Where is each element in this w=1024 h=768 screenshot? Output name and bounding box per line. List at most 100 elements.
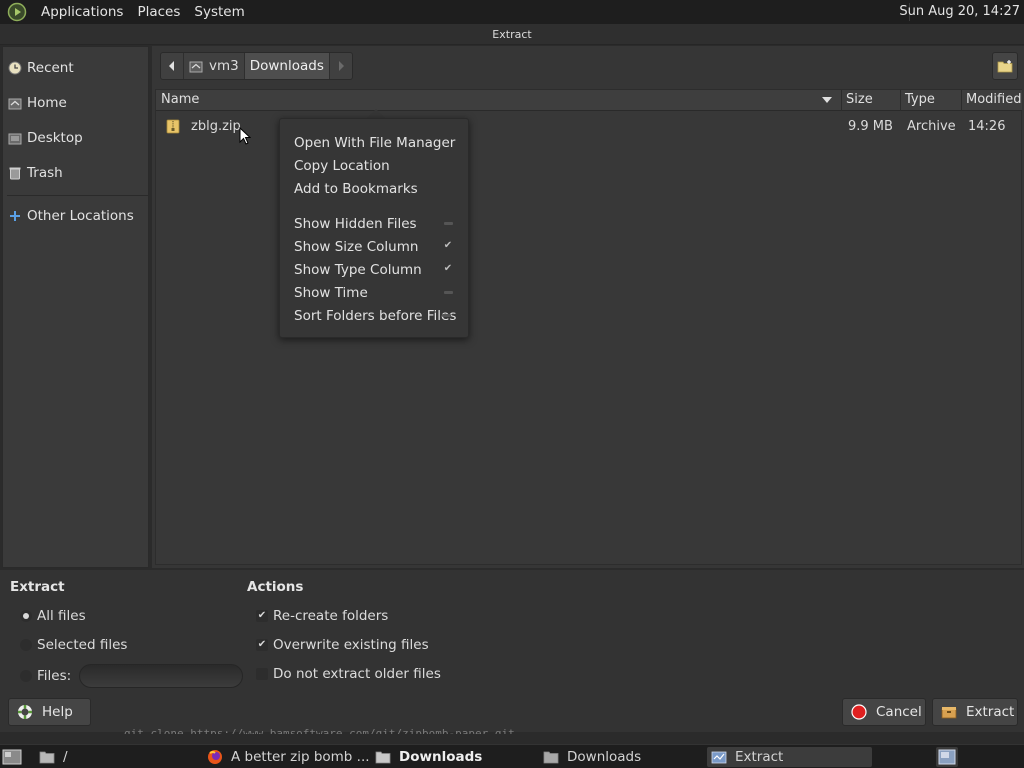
- column-separator: [841, 90, 842, 111]
- button-label: Cancel: [876, 704, 922, 720]
- menu-item-show-type-column[interactable]: Show Type Column ✔: [294, 259, 464, 281]
- sidebar-item-home[interactable]: Home: [3, 91, 149, 115]
- home-icon: [7, 95, 23, 111]
- top-panel: Applications Places System Sun Aug 20, 1…: [0, 0, 1024, 24]
- path-segment-downloads[interactable]: Downloads: [244, 53, 330, 79]
- column-header: Name Size Type Modified: [156, 90, 1022, 111]
- path-back-button[interactable]: [161, 53, 184, 79]
- places-sidebar: Recent Home Desktop Trash Other Location…: [2, 46, 149, 568]
- extract-box-icon: [941, 704, 957, 720]
- archive-manager-icon: [711, 749, 727, 765]
- file-type: Archive: [907, 119, 956, 134]
- menu-item-show-size-column[interactable]: Show Size Column ✔: [294, 236, 464, 258]
- column-modified[interactable]: Modified: [966, 92, 1021, 107]
- taskbar-item-firefox[interactable]: A better zip bomb ...: [207, 747, 370, 767]
- folder-icon: [543, 749, 559, 765]
- checkbox-overwrite-existing[interactable]: ✔ Overwrite existing files: [256, 634, 429, 656]
- path-segment-vm3[interactable]: vm3: [184, 53, 245, 79]
- checkbox-no-older[interactable]: Do not extract older files: [256, 663, 441, 685]
- taskbar: / A better zip bomb ... Downloads Downlo…: [0, 744, 1024, 768]
- file-name: zblg.zip: [191, 119, 241, 134]
- archive-icon: [166, 119, 180, 134]
- radio-selected-files[interactable]: Selected files: [20, 634, 127, 656]
- firefox-icon: [207, 749, 223, 765]
- taskbar-item-label: /: [63, 749, 68, 765]
- path-bar: vm3 Downloads: [160, 52, 353, 80]
- radio-selected-icon: [20, 610, 32, 622]
- clock[interactable]: Sun Aug 20, 14:27: [899, 4, 1020, 19]
- menu-item-label: Show Hidden Files: [294, 216, 417, 232]
- actions-heading: Actions: [247, 579, 304, 595]
- show-desktop-button[interactable]: [2, 747, 22, 767]
- folder-icon: [375, 749, 391, 765]
- column-separator: [900, 90, 901, 111]
- unchecked-icon: [440, 309, 452, 321]
- radio-label: Selected files: [37, 637, 128, 653]
- extract-button[interactable]: Extract: [932, 698, 1018, 726]
- show-desktop-icon: [2, 749, 22, 765]
- sidebar-divider: [7, 195, 149, 196]
- desktop-icon: [7, 130, 23, 146]
- extract-options-panel: Extract All files Selected files Files: …: [0, 570, 1024, 732]
- folder-icon: [39, 749, 55, 765]
- checkmark-icon: ✔: [443, 263, 453, 274]
- radio-all-files[interactable]: All files: [20, 605, 86, 627]
- sort-down-icon: [822, 97, 832, 103]
- unchecked-icon: [442, 217, 454, 229]
- path-forward-button[interactable]: [330, 53, 352, 79]
- menu-item-sort-folders-before-files[interactable]: Sort Folders before Files: [294, 305, 464, 327]
- menu-item-label: Add to Bookmarks: [294, 181, 418, 197]
- column-separator: [961, 90, 962, 111]
- clock-icon: [7, 60, 23, 76]
- button-label: Extract: [966, 704, 1015, 720]
- home-icon: [189, 61, 203, 72]
- files-pattern-input[interactable]: [79, 664, 244, 688]
- column-name[interactable]: Name: [161, 92, 199, 107]
- taskbar-item-downloads-active[interactable]: Downloads: [375, 747, 482, 767]
- sidebar-item-recent[interactable]: Recent: [3, 56, 149, 80]
- sidebar-item-trash[interactable]: Trash: [3, 161, 149, 185]
- column-size[interactable]: Size: [846, 92, 873, 107]
- taskbar-item-downloads[interactable]: Downloads: [543, 747, 641, 767]
- new-folder-icon: [997, 60, 1013, 73]
- column-type[interactable]: Type: [905, 92, 935, 107]
- sidebar-item-label: Recent: [27, 60, 74, 76]
- menu-item-label: Show Time: [294, 285, 368, 301]
- taskbar-item-root-folder[interactable]: /: [39, 747, 68, 767]
- chevron-right-icon: [338, 61, 344, 71]
- menu-item-label: Show Type Column: [294, 262, 422, 278]
- menu-item-open-with-file-manager[interactable]: Open With File Manager: [294, 132, 464, 154]
- mouse-cursor-icon: [239, 127, 251, 145]
- sidebar-item-other-locations[interactable]: Other Locations: [3, 204, 149, 228]
- checkbox-label: Re-create folders: [273, 608, 389, 624]
- checkmark-icon: ✔: [256, 610, 268, 622]
- create-folder-button[interactable]: [992, 52, 1018, 80]
- checkbox-recreate-folders[interactable]: ✔ Re-create folders: [256, 605, 388, 627]
- sidebar-item-label: Other Locations: [27, 208, 134, 224]
- path-segment-label: vm3: [209, 58, 239, 74]
- menu-item-copy-location[interactable]: Copy Location: [294, 155, 464, 177]
- workspace-switcher[interactable]: [936, 747, 958, 767]
- radio-files[interactable]: Files:: [20, 662, 244, 690]
- menu-item-show-hidden-files[interactable]: Show Hidden Files: [294, 213, 464, 235]
- applications-menu[interactable]: Applications: [34, 4, 130, 20]
- system-menu[interactable]: System: [187, 4, 251, 20]
- taskbar-item-label: Extract: [735, 749, 784, 765]
- radio-unselected-icon: [20, 670, 32, 682]
- taskbar-item-label: A better zip bomb ...: [231, 749, 370, 765]
- checkbox-label: Overwrite existing files: [273, 637, 429, 653]
- extract-heading: Extract: [10, 579, 65, 595]
- taskbar-item-extract[interactable]: Extract: [707, 747, 872, 767]
- menu-item-add-to-bookmarks[interactable]: Add to Bookmarks: [294, 178, 464, 200]
- background-terminal-text: git clone https://www.bamsoftware.com/gi…: [124, 728, 515, 734]
- help-button[interactable]: Help: [8, 698, 91, 726]
- checkbox-label: Do not extract older files: [273, 666, 441, 682]
- cancel-button[interactable]: Cancel: [842, 698, 926, 726]
- sidebar-item-desktop[interactable]: Desktop: [3, 126, 149, 150]
- distro-logo-icon[interactable]: [6, 2, 28, 22]
- taskbar-item-label: Downloads: [567, 749, 642, 765]
- radio-unselected-icon: [20, 639, 32, 651]
- menu-item-show-time[interactable]: Show Time: [294, 282, 464, 304]
- file-modified: 14:26: [968, 119, 1006, 134]
- places-menu[interactable]: Places: [130, 4, 187, 20]
